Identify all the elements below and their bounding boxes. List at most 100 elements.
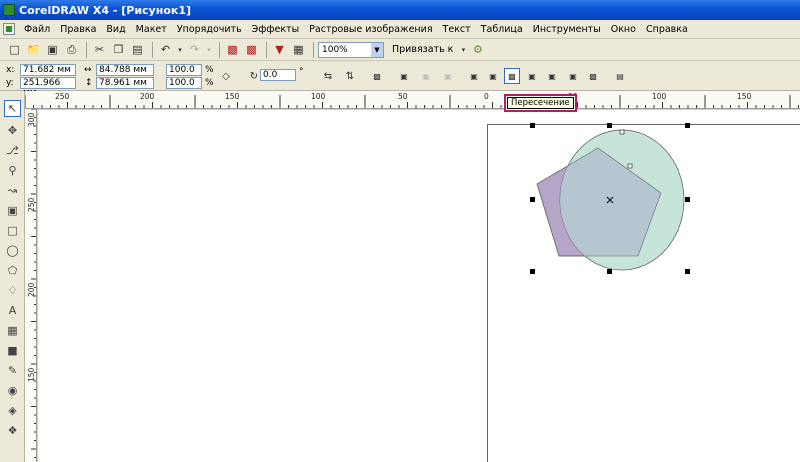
save-icon[interactable]: ▣ <box>44 41 61 58</box>
ellipse-tool-icon[interactable]: ◯ <box>4 242 21 259</box>
ruler-label: 150 <box>27 367 36 382</box>
open-folder-icon[interactable]: 📁 <box>25 41 42 58</box>
snap-to-menu[interactable]: Привязать к <box>392 44 453 55</box>
vertical-ruler[interactable]: 300 250 200 150 <box>25 109 37 462</box>
ungroup-icon[interactable]: ▣ <box>418 68 434 84</box>
menu-arrange[interactable]: Упорядочить <box>172 24 247 35</box>
scale-y-percent: % <box>205 78 214 88</box>
ruler-label: 150 <box>737 92 752 101</box>
redo-dropdown-icon[interactable]: ▾ <box>205 41 213 58</box>
pick-tool-icon[interactable]: ↖ <box>4 100 21 117</box>
import-icon[interactable]: ▩ <box>224 41 241 58</box>
height-field[interactable]: 78.961 мм <box>96 77 154 89</box>
zoom-level-value: 100% <box>322 44 348 55</box>
selection-handle[interactable] <box>607 123 612 128</box>
fill-tool-icon[interactable]: ◈ <box>4 402 21 419</box>
freehand-tool-icon[interactable]: ↝ <box>4 182 21 199</box>
selection-handle[interactable] <box>685 269 690 274</box>
table-tool-icon[interactable]: ▦ <box>4 322 21 339</box>
polygon-tool-icon[interactable]: ⬠ <box>4 262 21 279</box>
ruler-label: 250 <box>55 92 70 101</box>
simplify-icon[interactable]: ▣ <box>524 68 540 84</box>
copy-icon[interactable]: ❐ <box>110 41 127 58</box>
menu-tools[interactable]: Инструменты <box>528 24 606 35</box>
create-boundary-icon[interactable]: ▩ <box>585 68 601 84</box>
node-handle[interactable] <box>619 129 625 135</box>
application-launcher-icon[interactable]: ▼ <box>271 41 288 58</box>
back-minus-front-icon[interactable]: ▣ <box>565 68 581 84</box>
combine-icon[interactable]: ▩ <box>369 68 385 84</box>
chevron-down-icon[interactable]: ▼ <box>371 42 383 57</box>
paste-icon[interactable]: ▤ <box>129 41 146 58</box>
text-tool-icon[interactable]: A <box>4 302 21 319</box>
toolbar-separator <box>313 41 314 58</box>
selection-handle[interactable] <box>530 269 535 274</box>
align-distribute-icon[interactable]: ▤ <box>612 68 628 84</box>
menu-bitmaps[interactable]: Растровые изображения <box>304 24 437 35</box>
eyedropper-tool-icon[interactable]: ✎ <box>4 362 21 379</box>
rotation-angle-field[interactable]: 0.0 <box>260 69 296 81</box>
rectangle-tool-icon[interactable]: □ <box>4 222 21 239</box>
menu-help[interactable]: Справка <box>641 24 693 35</box>
shape-tool-icon[interactable]: ✥ <box>4 122 21 139</box>
x-position-label: x: <box>6 65 15 75</box>
horizontal-ruler[interactable]: 250 200 150 100 50 0 50 100 150 <box>25 91 800 109</box>
redo-icon[interactable]: ↷ <box>186 41 203 58</box>
ruler-label: 200 <box>27 282 36 297</box>
print-icon[interactable]: ⎙ <box>63 41 80 58</box>
intersect-icon[interactable]: ▩ <box>504 68 520 84</box>
selection-handle[interactable] <box>530 123 535 128</box>
menu-view[interactable]: Вид <box>101 24 130 35</box>
export-icon[interactable]: ▩ <box>243 41 260 58</box>
ruler-label: 50 <box>398 92 408 101</box>
undo-icon[interactable]: ↶ <box>157 41 174 58</box>
weld-icon[interactable]: ▣ <box>466 68 482 84</box>
y-position-field[interactable]: 251.966 мм <box>20 77 76 98</box>
trim-icon[interactable]: ▣ <box>485 68 501 84</box>
menu-edit[interactable]: Правка <box>55 24 101 35</box>
selection-handle[interactable] <box>607 269 612 274</box>
mirror-vertical-icon[interactable]: ⇅ <box>342 68 358 84</box>
group-icon[interactable]: ▣ <box>396 68 412 84</box>
cut-icon[interactable]: ✂ <box>91 41 108 58</box>
basic-shapes-tool-icon[interactable]: ♢ <box>4 282 21 299</box>
interactive-blend-tool-icon[interactable]: ■ <box>4 342 21 359</box>
mirror-horizontal-icon[interactable]: ⇆ <box>320 68 336 84</box>
ungroup-all-icon[interactable]: ▣ <box>440 68 456 84</box>
coreldraw-app-icon[interactable] <box>3 4 15 16</box>
snap-dropdown-icon[interactable]: ▾ <box>459 41 467 58</box>
undo-dropdown-icon[interactable]: ▾ <box>176 41 184 58</box>
menu-text[interactable]: Текст <box>438 24 476 35</box>
drawing-canvas[interactable] <box>38 110 800 462</box>
new-document-icon[interactable]: □ <box>6 41 23 58</box>
lock-ratio-icon[interactable]: ◇ <box>218 68 234 84</box>
selection-handle[interactable] <box>530 197 535 202</box>
crop-tool-icon[interactable]: ⎇ <box>4 142 21 159</box>
selection-handle[interactable] <box>685 123 690 128</box>
outline-tool-icon[interactable]: ◉ <box>4 382 21 399</box>
zoom-level-select[interactable]: 100% ▼ <box>318 41 384 58</box>
document-icon[interactable] <box>3 23 15 35</box>
menu-file[interactable]: Файл <box>19 24 55 35</box>
drawing-objects[interactable] <box>38 110 800 462</box>
interactive-fill-tool-icon[interactable]: ❖ <box>4 422 21 439</box>
menu-table[interactable]: Таблица <box>476 24 528 35</box>
front-minus-back-icon[interactable]: ▣ <box>544 68 560 84</box>
menu-bar: Файл Правка Вид Макет Упорядочить Эффект… <box>0 20 800 39</box>
x-position-field[interactable]: 71.682 мм <box>20 64 76 76</box>
standard-toolbar: □ 📁 ▣ ⎙ ✂ ❐ ▤ ↶ ▾ ↷ ▾ ▩ ▩ ▼ ▦ 100% ▼ При… <box>0 39 800 61</box>
toolbar-separator <box>266 41 267 58</box>
selection-handle[interactable] <box>685 197 690 202</box>
ruler-label: 100 <box>311 92 326 101</box>
node-handle[interactable] <box>627 163 633 169</box>
zoom-tool-icon[interactable]: ⚲ <box>4 162 21 179</box>
width-field[interactable]: 84.788 мм <box>96 64 154 76</box>
menu-window[interactable]: Окно <box>606 24 641 35</box>
welcome-screen-icon[interactable]: ▦ <box>290 41 307 58</box>
options-icon[interactable]: ⚙ <box>469 41 486 58</box>
menu-effects[interactable]: Эффекты <box>247 24 305 35</box>
scale-y-field[interactable]: 100.0 <box>166 77 202 89</box>
scale-x-field[interactable]: 100.0 <box>166 64 202 76</box>
menu-layout[interactable]: Макет <box>131 24 172 35</box>
smart-fill-tool-icon[interactable]: ▣ <box>4 202 21 219</box>
